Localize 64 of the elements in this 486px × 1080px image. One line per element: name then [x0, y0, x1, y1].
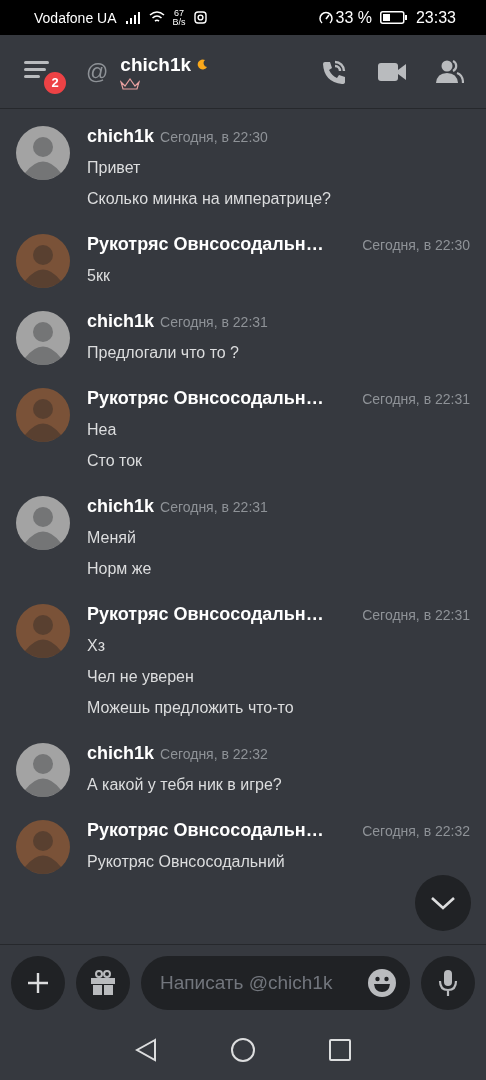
message-text: Сто ток [87, 451, 144, 471]
carrier: Vodafone UA [34, 9, 117, 26]
scroll-down-button[interactable] [415, 875, 471, 931]
crown-icon [120, 77, 141, 90]
menu-icon[interactable] [24, 59, 50, 80]
unread-badge: 2 [42, 69, 68, 96]
author-name[interactable]: Рукотряс Овнсосодальн… [87, 820, 324, 841]
network-speed: 67 B/s [172, 8, 186, 27]
chevron-down-icon [430, 896, 456, 910]
video-camera-icon[interactable] [378, 60, 406, 83]
battery-percent: 33 % [335, 8, 372, 27]
message-text: Норм же [87, 559, 153, 579]
timestamp: Сегодня, в 22:32 [160, 746, 268, 762]
camera-app-icon [193, 11, 207, 24]
author-name[interactable]: Рукотряс Овнсосодальн… [87, 388, 324, 409]
author-name[interactable]: Рукотряс Овнсосодальн… [87, 604, 324, 625]
back-icon[interactable] [135, 1038, 157, 1062]
at-sign: @ [86, 58, 109, 85]
battery-icon [379, 11, 408, 24]
message-input[interactable]: Написать @chich1k [158, 970, 368, 995]
message-text: Можешь предложить что-то [87, 698, 295, 718]
message-text: 5кк [87, 266, 111, 286]
recents-icon[interactable] [329, 1039, 351, 1061]
message-text: Предлогали что то ? [87, 343, 240, 363]
channel-title: chich1k [120, 53, 192, 76]
emoji-icon[interactable] [368, 968, 396, 997]
message-field[interactable]: Написать @chich1k [141, 955, 410, 1010]
author-name[interactable]: chich1k [87, 311, 155, 332]
avatar[interactable] [16, 496, 70, 550]
gift-icon [90, 969, 116, 996]
message-text: Чел не уверен [87, 667, 195, 687]
author-name[interactable]: Рукотряс Овнсосодальн… [87, 234, 324, 255]
message-text: Привет [87, 158, 142, 178]
timestamp: Сегодня, в 22:31 [362, 391, 470, 407]
avatar[interactable] [16, 743, 70, 797]
message-text: Рукотряс Овнсосодальний [87, 852, 286, 872]
clock: 23:33 [415, 8, 456, 27]
members-icon[interactable] [436, 59, 464, 84]
message-text: Хз [87, 636, 106, 656]
microphone-icon [438, 968, 458, 997]
wifi-icon [148, 11, 165, 24]
message-text: Сколько минка на императрице? [87, 189, 332, 209]
message-text: А какой у тебя ник в игре? [87, 775, 283, 795]
author-name[interactable]: chich1k [87, 743, 155, 764]
gauge-icon [319, 10, 334, 25]
voice-button[interactable] [421, 955, 475, 1010]
timestamp: Сегодня, в 22:30 [160, 129, 268, 145]
avatar[interactable] [16, 126, 70, 180]
gift-button[interactable] [76, 955, 130, 1010]
message-text: Меняй [87, 528, 137, 548]
signal-icon [124, 11, 141, 24]
author-name[interactable]: chich1k [87, 496, 155, 517]
avatar[interactable] [16, 311, 70, 365]
timestamp: Сегодня, в 22:31 [362, 607, 470, 623]
message-text: Неа [87, 420, 118, 440]
home-icon[interactable] [231, 1038, 255, 1062]
timestamp: Сегодня, в 22:31 [160, 499, 268, 515]
author-name[interactable]: chich1k [87, 126, 155, 147]
moon-icon [196, 58, 209, 71]
plus-icon [28, 972, 48, 993]
timestamp: Сегодня, в 22:30 [362, 237, 470, 253]
add-button[interactable] [11, 955, 65, 1010]
timestamp: Сегодня, в 22:31 [160, 314, 268, 330]
timestamp: Сегодня, в 22:32 [362, 823, 470, 839]
